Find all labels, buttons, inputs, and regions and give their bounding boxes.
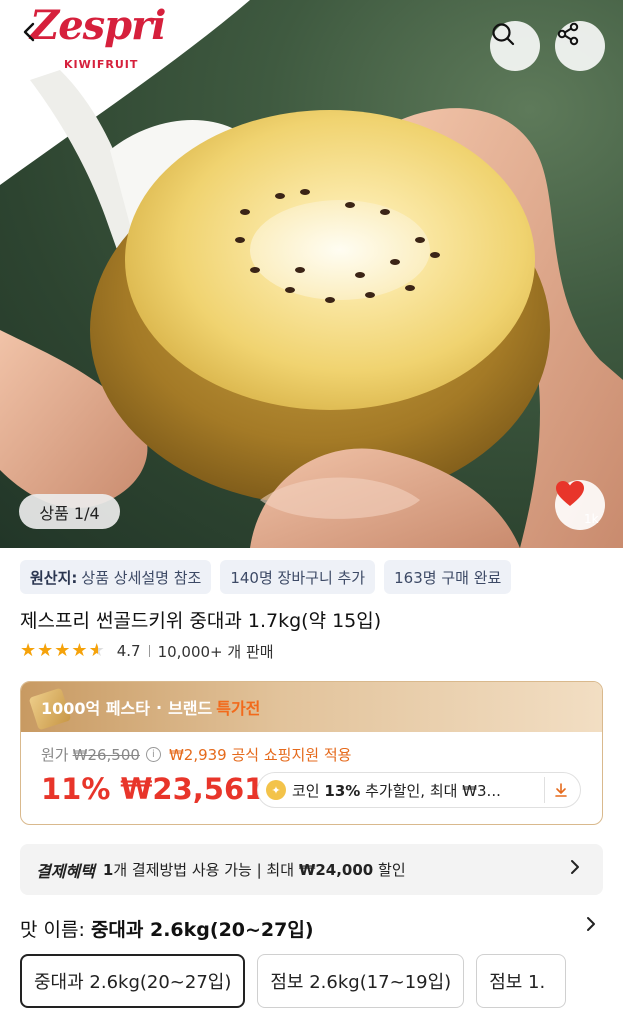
product-image[interactable]: Zespri KIWIFRUIT 상품 1/4 1k [0, 0, 623, 548]
promo-brand: 브랜드 [168, 699, 213, 718]
tag-cart-count: 140명 장바구니 추가 [220, 560, 376, 594]
option-chip[interactable]: 점보 2.6kg(17~19입) [257, 954, 465, 1008]
promo-festa: 1000억 페스타 [41, 699, 150, 718]
option-label: 맛 이름: [20, 919, 85, 941]
search-icon [492, 23, 515, 46]
share-icon [557, 22, 579, 46]
chevron-right-icon[interactable] [585, 914, 597, 934]
chevron-right-icon [571, 860, 579, 874]
promo-card: 1000억 페스타 · 브랜드 특가전 원가 ₩26,500 i ₩2,939 … [20, 681, 603, 825]
product-title: 제스프리 썬골드키위 중대과 1.7kg(약 15입) [20, 610, 382, 632]
tag-cart-count-text: 140명 장바구니 추가 [230, 568, 366, 587]
payment-count: 1 [102, 861, 114, 879]
product-tags: 원산지: 상품 상세설명 참조 140명 장바구니 추가 163명 구매 완료 [20, 560, 512, 594]
divider [544, 777, 545, 803]
download-icon [555, 783, 567, 797]
option-list: 중대과 2.6kg(20~27입) 점보 2.6kg(17~19입) 점보 1. [20, 954, 567, 1008]
tag-origin-value: 상품 상세설명 참조 [81, 568, 202, 587]
rating-row[interactable]: ★ ★ ★ ★ ★ 4.7 10,000+ 개 판매 [20, 641, 274, 661]
coin-rest: 추가할인, 최대 ₩3... [365, 781, 501, 800]
coin-discount-button[interactable]: ✦ 코인 13% 추가할인, 최대 ₩3... [257, 772, 581, 808]
rating-stars: ★ ★ ★ ★ ★ [20, 641, 105, 661]
support-discount: ₩2,939 공식 쇼핑지원 적용 [168, 746, 352, 764]
payment-benefit-label: 결제혜택 [36, 861, 95, 881]
tag-origin-label: 원산지: [30, 568, 78, 587]
payment-benefit-banner[interactable]: 결제혜택 1개 결제방법 사용 가능 | 최대 ₩24,000 할인 [20, 844, 603, 895]
tag-purchase-count: 163명 구매 완료 [384, 560, 512, 594]
original-price-row: 원가 ₩26,500 i ₩2,939 공식 쇼핑지원 적용 [41, 744, 351, 765]
star-icon: ★ [71, 640, 88, 661]
favorite-count: 1k [584, 512, 599, 526]
coin-label: 코인 [292, 781, 320, 800]
option-selected-value: 중대과 2.6kg(20~27입) [90, 919, 314, 941]
search-button[interactable] [490, 21, 540, 71]
coin-percent: 13% [324, 781, 361, 800]
kiwi-photo [0, 0, 623, 548]
coin-discount-text: 코인 13% 추가할인, 최대 ₩3... [292, 780, 538, 801]
back-button[interactable] [18, 20, 62, 70]
heart-icon [556, 481, 584, 506]
option-title: 맛 이름: 중대과 2.6kg(20~27입) [20, 915, 314, 942]
option-chip[interactable]: 점보 1. [476, 954, 567, 1008]
share-button[interactable] [555, 21, 605, 71]
discount-percent: 11% [41, 772, 111, 806]
original-price-label: 원가 [41, 746, 69, 764]
sale-price: ₩23,561 [120, 772, 265, 806]
image-page-indicator: 상품 1/4 [19, 494, 120, 529]
coin-icon: ✦ [266, 780, 286, 800]
tag-origin: 원산지: 상품 상세설명 참조 [20, 560, 212, 594]
star-icon: ★ [37, 640, 54, 661]
price-row: 11% ₩23,561 [41, 770, 264, 808]
promo-header[interactable]: 1000억 페스타 · 브랜드 특가전 [21, 682, 602, 732]
info-icon[interactable]: i [145, 747, 161, 762]
logo-subtext: KIWIFRUIT [64, 58, 139, 71]
divider [148, 645, 150, 657]
promo-dot: · [155, 697, 163, 717]
option-chip[interactable]: 중대과 2.6kg(20~27입) [20, 954, 246, 1008]
back-icon [23, 22, 35, 42]
payment-text-2: 할인 [378, 861, 406, 879]
star-icon: ★ [54, 640, 71, 661]
promo-special: 특가전 [216, 699, 261, 718]
half-star-icon: ★ [88, 640, 105, 661]
rating-value: 4.7 [116, 642, 141, 660]
tag-purchase-count-text: 163명 구매 완료 [394, 568, 502, 587]
star-icon: ★ [20, 640, 37, 661]
payment-max-amount: ₩24,000 [298, 861, 374, 879]
sold-count: 10,000+ 개 판매 [157, 642, 274, 661]
original-price: ₩26,500 [72, 745, 140, 764]
payment-text-1: 개 결제방법 사용 가능 | 최대 [113, 861, 295, 879]
payment-benefit-text: 1개 결제방법 사용 가능 | 최대 ₩24,000 할인 [103, 859, 406, 880]
